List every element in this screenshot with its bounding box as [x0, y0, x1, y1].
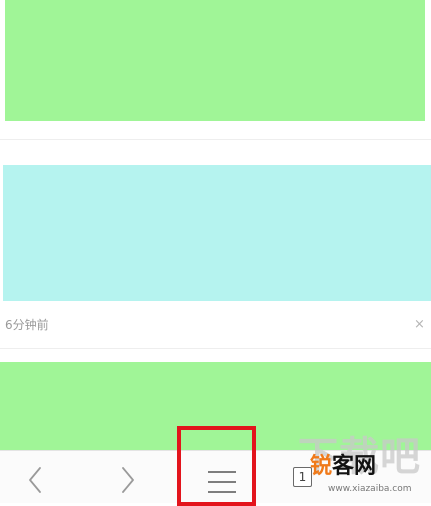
watermark: 下载吧 锐客网 www.xiazaiba.com — [298, 432, 431, 502]
chevron-left-icon — [29, 467, 41, 493]
dismiss-button[interactable]: × — [414, 318, 425, 332]
feed-card-image[interactable] — [5, 0, 425, 121]
feed-card-image[interactable] — [3, 165, 431, 301]
forward-button[interactable] — [116, 462, 140, 498]
divider — [0, 139, 431, 140]
timestamp: 6分钟前 — [5, 318, 49, 332]
divider — [0, 348, 431, 349]
back-button[interactable] — [24, 462, 48, 498]
watermark-logo-part: 客网 — [332, 454, 377, 479]
watermark-logo: 锐客网 — [310, 454, 376, 480]
chevron-right-icon — [122, 467, 134, 493]
watermark-logo-part: 锐 — [310, 454, 333, 479]
watermark-url: www.xiazaiba.com — [328, 484, 412, 494]
menu-button[interactable] — [177, 426, 256, 506]
hamburger-menu-icon — [208, 471, 236, 493]
